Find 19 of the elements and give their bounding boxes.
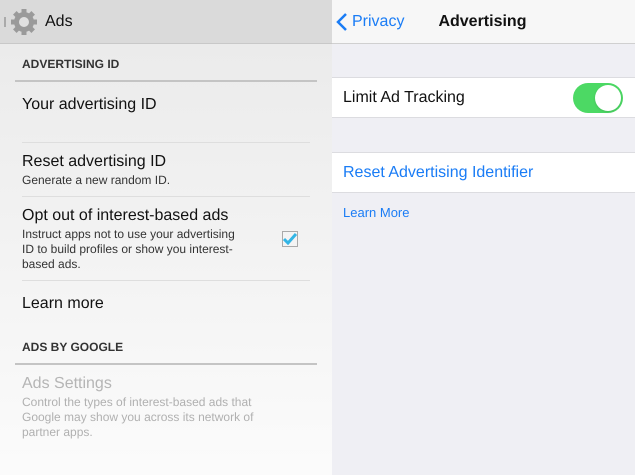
setting-title[interactable]: Learn more [22,293,310,315]
setting-title[interactable]: Reset advertising ID [22,151,310,173]
section-header: ADS BY GOOGLE [22,340,124,354]
setting-description: Instruct apps not to use your advertising ID to build profiles or show you interest-based ads. [22,227,236,272]
setting-description: Generate a new random ID. [22,173,172,188]
setting-title[interactable]: Opt out of interest-based ads [22,205,282,227]
toggle-label: Limit Ad Tracking [343,88,465,108]
back-caret-icon[interactable] [4,16,7,26]
gear-icon [9,6,39,36]
section-header: ADVERTISING ID [22,57,120,71]
setting-description: Control the types of interest-based ads that Google may show you across its network of partner apps. [22,395,254,440]
chevron-left-icon [336,12,348,30]
checkmark-icon [283,232,297,244]
back-button[interactable]: Privacy [336,10,404,34]
setting-title[interactable]: Your advertising ID [22,94,310,116]
toggle-switch[interactable] [573,82,623,112]
checkbox[interactable] [282,230,298,246]
navigation-title: Advertising [438,12,526,32]
screen-title: Ads [45,12,73,32]
